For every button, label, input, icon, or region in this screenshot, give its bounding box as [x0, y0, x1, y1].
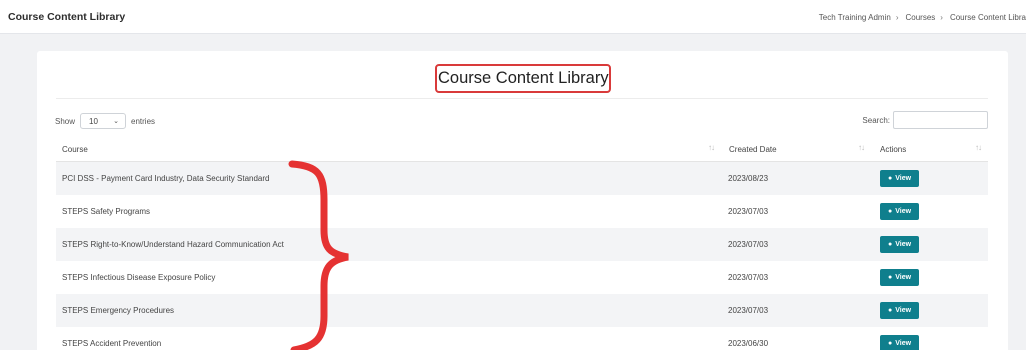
view-button-label: View	[895, 241, 912, 248]
entries-value: 10	[89, 116, 98, 126]
eye-icon: ●	[887, 307, 893, 314]
entries-control: Show 10 ⌄ entries	[55, 113, 155, 129]
created-date: 2023/08/23	[728, 174, 769, 183]
curly-brace-annotation	[288, 160, 349, 350]
created-date: 2023/07/03	[728, 240, 769, 249]
entries-label: entries	[131, 116, 156, 126]
search-input[interactable]	[893, 111, 988, 129]
table-row: STEPS Safety Programs 2023/07/03 ● View	[56, 195, 988, 228]
app-title: Course Content Library	[8, 11, 126, 23]
breadcrumb-current: Course Content Libra	[949, 13, 1026, 22]
table-row: PCI DSS - Payment Card Industry, Data Se…	[56, 162, 988, 195]
course-name[interactable]: STEPS Accident Prevention	[62, 339, 161, 348]
view-button[interactable]: ● View	[880, 170, 919, 187]
column-header-created-date[interactable]: Created Date	[729, 145, 777, 154]
breadcrumb-home[interactable]: Tech Training Admin	[819, 13, 891, 22]
view-button-label: View	[895, 340, 912, 347]
sort-icon[interactable]: ↑↓	[708, 143, 715, 152]
course-name[interactable]: STEPS Right-to-Know/Understand Hazard Co…	[62, 240, 284, 249]
breadcrumb-courses[interactable]: Courses	[905, 13, 935, 22]
course-name[interactable]: STEPS Safety Programs	[62, 207, 150, 216]
created-date: 2023/07/03	[728, 207, 769, 216]
page-title: Course Content Library	[438, 69, 609, 87]
sort-icon[interactable]: ↑↓	[975, 143, 982, 152]
view-button[interactable]: ● View	[880, 203, 919, 220]
table-row: STEPS Right-to-Know/Understand Hazard Co…	[56, 228, 988, 261]
top-bar: Course Content Library Tech Training Adm…	[0, 0, 1026, 34]
created-date: 2023/07/03	[728, 273, 769, 282]
search-label: Search:	[862, 115, 890, 125]
view-button[interactable]: ● View	[880, 236, 919, 253]
view-button-label: View	[895, 307, 912, 314]
breadcrumb-separator: ›	[895, 13, 899, 22]
eye-icon: ●	[887, 208, 893, 215]
created-date: 2023/06/30	[728, 339, 769, 348]
column-header-course[interactable]: Course	[62, 145, 88, 154]
table-row: STEPS Emergency Procedures 2023/07/03 ● V…	[56, 294, 988, 327]
eye-icon: ●	[887, 274, 893, 281]
course-name[interactable]: PCI DSS - Payment Card Industry, Data Se…	[62, 174, 270, 183]
view-button[interactable]: ● View	[880, 302, 919, 319]
heading-divider	[56, 98, 988, 99]
course-name[interactable]: STEPS Infectious Disease Exposure Policy	[62, 273, 215, 282]
breadcrumb-separator: ›	[940, 13, 943, 22]
table-row: STEPS Infectious Disease Exposure Policy…	[56, 261, 988, 294]
chevron-down-icon: ⌄	[113, 118, 120, 125]
breadcrumb: Tech Training Admin › Courses › Course Conte…	[817, 13, 1026, 22]
view-button[interactable]: ● View	[880, 269, 919, 286]
view-button-label: View	[895, 274, 912, 281]
column-header-actions[interactable]: Actions	[880, 145, 906, 154]
view-button-label: View	[895, 208, 912, 215]
eye-icon: ●	[887, 175, 893, 182]
eye-icon: ●	[887, 241, 893, 248]
search-control: Search:	[862, 111, 988, 129]
entries-select[interactable]: 10 ⌄	[80, 113, 127, 129]
eye-icon: ●	[887, 340, 893, 347]
show-label: Show	[55, 116, 76, 126]
table-row: STEPS Accident Prevention 2023/06/30 ● Vi…	[56, 327, 988, 350]
course-name[interactable]: STEPS Emergency Procedures	[62, 306, 174, 315]
view-button-label: View	[895, 175, 912, 182]
sort-icon[interactable]: ↑↓	[858, 143, 865, 152]
created-date: 2023/07/03	[728, 306, 769, 315]
view-button[interactable]: ● View	[880, 335, 919, 350]
